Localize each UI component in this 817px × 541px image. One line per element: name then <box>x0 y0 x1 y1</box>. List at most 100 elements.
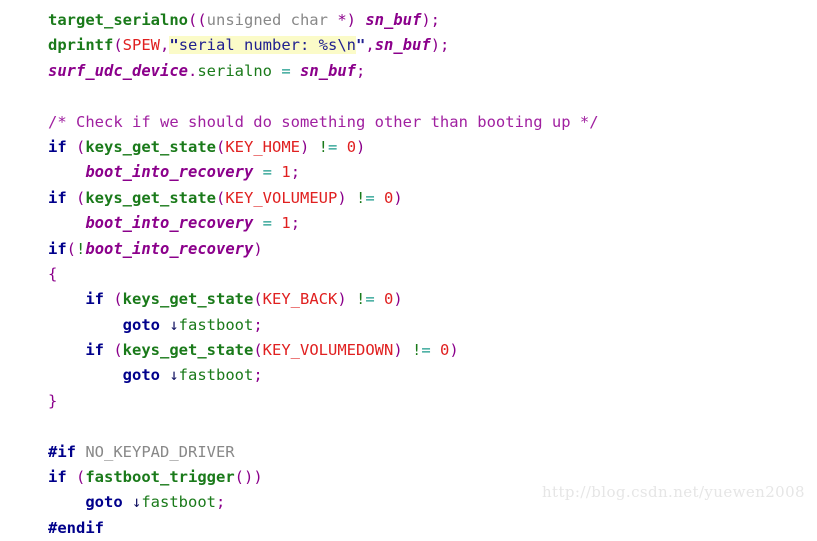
code-token: keys_get_state <box>85 188 216 207</box>
code-token: = <box>262 163 272 182</box>
code-token: ) <box>393 341 412 360</box>
code-token: keys_get_state <box>122 290 254 309</box>
code-token: = <box>421 341 431 360</box>
code-token: ) <box>393 188 403 207</box>
code-line: goto ↓fastboot; <box>48 490 599 515</box>
code-line: boot_into_recovery = 1; <box>48 211 599 236</box>
code-token: " <box>356 36 366 55</box>
code-line: dprintf(SPEW,"serial number: %s\n",sn_bu… <box>48 33 599 58</box>
code-token: ) <box>337 188 356 207</box>
code-listing[interactable]: target_serialno((unsigned char *) sn_buf… <box>48 8 599 541</box>
code-token: goto <box>122 366 160 385</box>
code-line: goto ↓fastboot; <box>48 363 599 388</box>
code-token: ) <box>300 137 319 156</box>
code-token: sn_buf <box>300 61 357 80</box>
code-token: = <box>262 214 272 233</box>
code-token: fastboot <box>178 315 254 334</box>
code-line: if (fastboot_trigger()) <box>48 465 599 490</box>
code-token: 0 <box>440 341 450 360</box>
code-token: ) <box>449 341 459 360</box>
code-line: { <box>48 262 599 287</box>
code-token: surf_udc_device <box>48 61 188 80</box>
code-token: if <box>48 239 67 258</box>
code-token: ( <box>253 341 263 360</box>
code-token: ↓ <box>169 315 179 334</box>
code-token: ) <box>337 290 356 309</box>
code-line: if (keys_get_state(KEY_VOLUMEUP) != 0) <box>48 186 599 211</box>
code-token: fastboot <box>178 366 254 385</box>
code-line: #endif <box>48 516 599 541</box>
code-token: serial number: %s\n <box>178 36 356 55</box>
code-token: ; <box>356 61 366 80</box>
code-line: surf_udc_device.serialno = sn_buf; <box>48 59 599 84</box>
code-token: ); <box>430 36 450 55</box>
code-token: KEY_HOME <box>225 137 300 156</box>
code-token: , <box>365 36 375 55</box>
code-token: KEY_VOLUMEUP <box>225 188 338 207</box>
code-token: ( <box>66 239 77 258</box>
code-token: . <box>187 61 198 80</box>
code-token: boot_into_recovery <box>85 163 254 182</box>
code-line: target_serialno((unsigned char *) sn_buf… <box>48 8 599 33</box>
code-token: ( <box>104 290 123 309</box>
code-token: ); <box>421 11 440 29</box>
code-token: = <box>365 290 375 309</box>
code-token: boot_into_recovery <box>85 239 254 258</box>
code-line: #if NO_KEYPAD_DRIVER <box>48 440 599 465</box>
code-token: ! <box>356 290 366 309</box>
code-token: = <box>281 61 291 80</box>
code-token: KEY_VOLUMEDOWN <box>262 341 394 360</box>
code-token: ; <box>253 315 263 334</box>
code-token: if <box>48 468 67 487</box>
code-token: ( <box>66 468 86 487</box>
code-token: ; <box>253 366 263 385</box>
code-token: #if <box>48 442 76 461</box>
code-token: serialno <box>197 61 272 80</box>
code-token: 1 <box>281 214 291 233</box>
code-token: ! <box>356 188 366 207</box>
code-line: if (keys_get_state(KEY_VOLUMEDOWN) != 0) <box>48 338 599 363</box>
code-token: /* Check if we should do something other… <box>48 112 599 131</box>
code-token: = <box>365 188 375 207</box>
code-line: boot_into_recovery = 1; <box>48 160 599 185</box>
code-token: 0 <box>384 290 394 309</box>
code-token: ( <box>66 188 86 207</box>
code-token: ! <box>76 239 86 258</box>
code-token: ) <box>253 239 263 258</box>
code-line: goto ↓fastboot; <box>48 313 599 338</box>
code-token: ) <box>356 137 366 156</box>
code-line: if(!boot_into_recovery) <box>48 237 599 262</box>
code-token: ( <box>253 290 263 309</box>
code-token: if <box>85 341 104 360</box>
code-token: ; <box>290 163 301 182</box>
code-token: if <box>48 188 67 207</box>
code-token: ↓ <box>169 366 179 385</box>
code-token: NO_KEYPAD_DRIVER <box>76 442 235 461</box>
code-token: (( <box>187 11 207 29</box>
code-token: *) <box>337 11 366 29</box>
code-token: if <box>85 290 104 309</box>
code-viewer[interactable]: target_serialno((unsigned char *) sn_buf… <box>0 0 817 537</box>
code-token: ( <box>66 137 86 156</box>
code-token: target_serialno <box>48 11 188 29</box>
code-token: " <box>169 36 179 55</box>
code-token: } <box>48 391 58 410</box>
code-token: unsigned char <box>206 11 338 29</box>
code-line: if (keys_get_state(KEY_BACK) != 0) <box>48 287 599 312</box>
code-token: goto <box>122 315 160 334</box>
